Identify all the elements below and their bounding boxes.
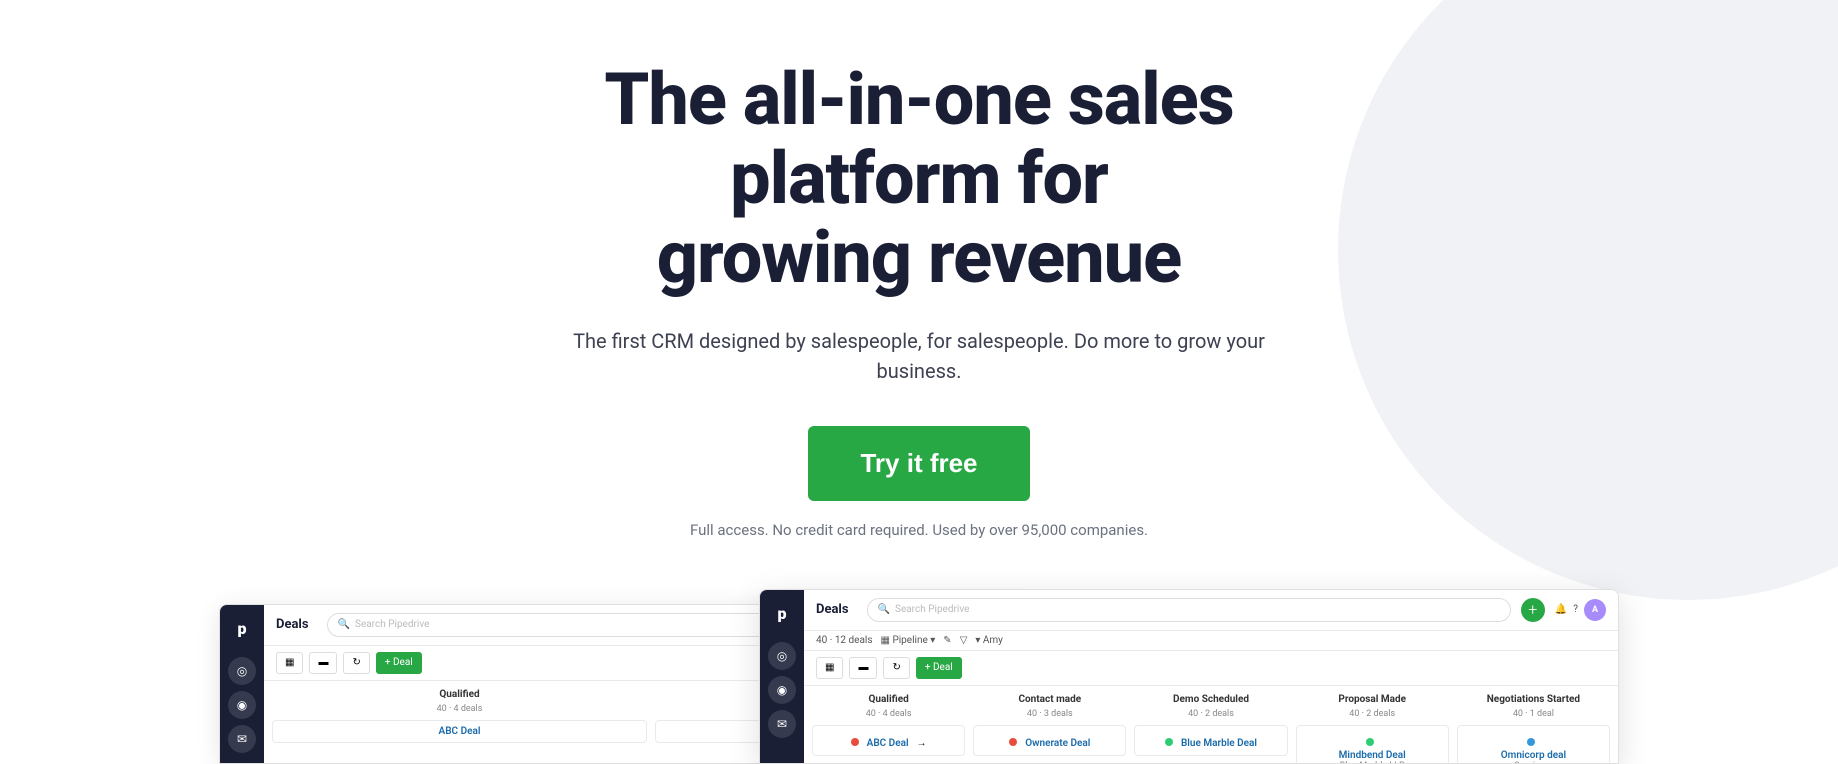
pipeline-col-demo: Demo Scheduled 40 · 2 deals Blue Marble … (1134, 694, 1287, 755)
card-mindbend-deal[interactable]: Mindbend Deal Blue Marble LLP (1296, 725, 1449, 763)
fine-print-text: Full access. No credit card required. Us… (690, 521, 1148, 539)
card-abc-deal[interactable]: ABC Deal → (812, 725, 965, 756)
try-it-free-button[interactable]: Try it free (808, 426, 1029, 501)
sidebar-icon-3: ✉ (228, 725, 256, 753)
col-sub-negotiations: 40 · 1 deal (1457, 709, 1610, 719)
col-sub-proposal: 40 · 2 deals (1296, 709, 1449, 719)
col-header-contact: Contact made (973, 694, 1126, 705)
headline-line2: growing revenue (657, 215, 1181, 300)
user-filter-label: ▾ Amy (975, 635, 1003, 646)
pipeline-right-info: 🔔 ? A (1555, 599, 1606, 621)
toolbar-btn-deal-front[interactable]: + Deal (916, 657, 962, 679)
card-bluemarble-deal[interactable]: Blue Marble Deal (1134, 725, 1287, 756)
main-headline: The all-in-one sales platform for growin… (469, 60, 1369, 298)
crm-sidebar-back: p ◎ ◉ ✉ (220, 605, 264, 763)
edit-icon: ✎ (943, 635, 951, 646)
col-sub-qualified-back: 40 · 4 deals (272, 704, 647, 714)
deals-count-label: 40 · 12 deals (816, 635, 873, 646)
col-header-proposal: Proposal Made (1296, 694, 1449, 705)
col-header-qualified: Qualified (812, 694, 965, 705)
sidebar-icon-2: ◉ (228, 691, 256, 719)
sidebar-icon-1: ◎ (228, 657, 256, 685)
crm-search-front[interactable]: 🔍 Search Pipedrive (867, 598, 1511, 622)
col-header-demo: Demo Scheduled (1134, 694, 1287, 705)
headline-line1: The all-in-one sales platform for (604, 57, 1233, 221)
crm-topbar-front: Deals 🔍 Search Pipedrive + 🔔 ? A (804, 590, 1618, 631)
col-sub-contact: 40 · 3 deals (973, 709, 1126, 719)
sidebar-icon-front-1: ◎ (768, 642, 796, 670)
toolbar-btn-grid-front[interactable]: ▦ (816, 657, 843, 679)
toolbar-btn-list: ▬ (309, 652, 337, 674)
user-avatar: A (1584, 599, 1606, 621)
pipeline-filter-label: ▦ Pipeline ▾ (881, 635, 936, 646)
crm-sidebar-front: p ◎ ◉ ✉ (760, 590, 804, 763)
card-omnicorp-deal[interactable]: Omnicorp deal Omnicorp (1457, 725, 1610, 763)
sidebar-icon-front-2: ◉ (768, 676, 796, 704)
pipeline-col-qualified: Qualified 40 · 4 deals ABC Deal → (812, 694, 965, 755)
crm-title-back: Deals (276, 617, 309, 632)
col-sub-demo: 40 · 2 deals (1134, 709, 1287, 719)
hero-section: The all-in-one sales platform for growin… (0, 0, 1838, 764)
card-ownerate-deal[interactable]: Ownerate Deal (973, 725, 1126, 756)
sidebar-icon-front-3: ✉ (768, 710, 796, 738)
crm-title-front: Deals (816, 602, 849, 617)
sidebar-logo-back: p (228, 615, 256, 643)
crm-pipeline-front: Qualified 40 · 4 deals ABC Deal → Contac… (804, 686, 1618, 763)
toolbar-btn-refresh: ↻ (343, 652, 369, 674)
app-window-front: p ◎ ◉ ✉ Deals 🔍 Search Pipedrive + (759, 589, 1619, 764)
subheadline: The first CRM designed by salespeople, f… (569, 326, 1269, 386)
pipeline-col-negotiations: Negotiations Started 40 · 1 deal Omnicor… (1457, 694, 1610, 755)
sidebar-logo-front: p (768, 600, 796, 628)
toolbar-btn-grid: ▦ (276, 652, 303, 674)
filter-icon: ▽ (960, 635, 968, 646)
crm-toolbar-front: ▦ ▬ ↻ + Deal (804, 651, 1618, 686)
hero-content: The all-in-one sales platform for growin… (0, 0, 1838, 764)
col-header-qualified-back: Qualified (272, 689, 647, 700)
crm-card-abc-back: ABC Deal (272, 720, 647, 743)
pipeline-col-contact: Contact made 40 · 3 deals Ownerate Deal (973, 694, 1126, 755)
toolbar-btn-list-front[interactable]: ▬ (849, 657, 877, 679)
col-header-negotiations: Negotiations Started (1457, 694, 1610, 705)
pipeline-col-proposal: Proposal Made 40 · 2 deals Mindbend Deal… (1296, 694, 1449, 755)
col-sub-qualified: 40 · 4 deals (812, 709, 965, 719)
crm-add-deal-btn[interactable]: + (1521, 598, 1545, 622)
toolbar-btn-refresh-front[interactable]: ↻ (883, 657, 909, 679)
toolbar-btn-deal: + Deal (376, 652, 422, 674)
app-preview: p ◎ ◉ ✉ Deals 🔍 Search Pipedrive (0, 589, 1838, 764)
